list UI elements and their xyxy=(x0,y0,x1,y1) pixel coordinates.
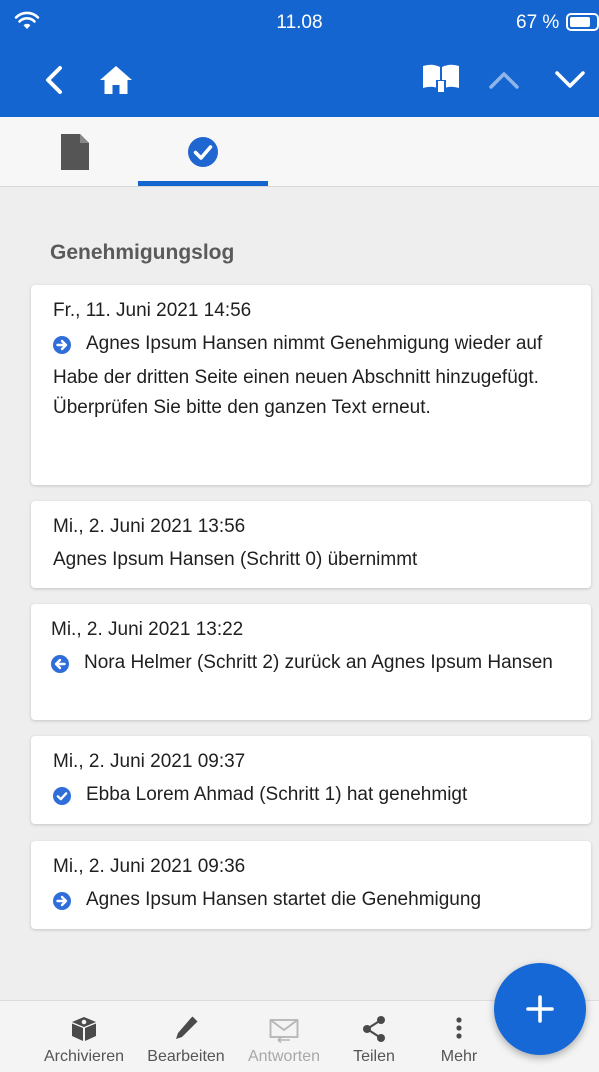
more-button[interactable]: Mehr xyxy=(426,1001,492,1072)
clock: 11.08 xyxy=(276,12,323,33)
pencil-icon xyxy=(176,1016,198,1039)
tab-bar xyxy=(0,117,599,187)
log-entry-date: Mi., 2. Juni 2021 13:22 xyxy=(51,619,244,640)
home-button[interactable] xyxy=(96,60,136,100)
more-vertical-icon xyxy=(456,1017,462,1039)
chevron-up-icon xyxy=(489,72,519,89)
arrow-right-circle-icon xyxy=(53,336,71,354)
archive-label: Archivieren xyxy=(43,1048,125,1065)
home-icon xyxy=(100,66,132,94)
share-label: Teilen xyxy=(353,1048,395,1065)
edit-button[interactable]: Bearbeiten xyxy=(140,1001,232,1072)
section-title: Genehmigungslog xyxy=(50,241,235,264)
log-entry-text: Ebba Lorem Ahmad (Schritt 1) hat genehmi… xyxy=(86,784,468,805)
log-entry: Mi., 2. Juni 2021 13:22 Nora Helmer (Sch… xyxy=(31,604,591,720)
log-entry-date: Mi., 2. Juni 2021 13:56 xyxy=(53,516,246,537)
log-entry: Mi., 2. Juni 2021 13:56 Agnes Ipsum Hans… xyxy=(31,501,591,588)
chevron-left-icon xyxy=(46,66,62,94)
log-entry-date: Mi., 2. Juni 2021 09:37 xyxy=(53,751,246,772)
active-tab-indicator xyxy=(138,181,268,186)
check-circle-icon xyxy=(53,787,71,805)
battery-icon xyxy=(566,13,599,31)
tab-document[interactable] xyxy=(30,117,120,187)
log-entry: Mi., 2. Juni 2021 09:37 Ebba Lorem Ahmad… xyxy=(31,736,591,824)
arrow-right-circle-icon xyxy=(53,892,71,910)
book-icon xyxy=(423,64,459,94)
check-circle-icon xyxy=(188,137,218,167)
chevron-down-icon xyxy=(555,71,585,88)
log-entry-date: Mi., 2. Juni 2021 09:36 xyxy=(53,856,246,877)
log-entry-comment: Habe der dritten Seite einen neuen Absch… xyxy=(53,367,539,418)
log-entry-text: Agnes Ipsum Hansen (Schritt 0) übernimmt xyxy=(53,549,418,570)
document-icon xyxy=(61,134,89,170)
log-entry-text: Agnes Ipsum Hansen nimmt Genehmigung wie… xyxy=(86,333,543,354)
log-entry-action: Agnes Ipsum Hansen startet die Genehmigu… xyxy=(53,885,569,915)
archive-button[interactable]: Archivieren xyxy=(36,1001,132,1072)
archive-box-icon xyxy=(72,1017,96,1041)
log-entry-action: Agnes Ipsum Hansen (Schritt 0) übernimmt xyxy=(53,545,569,575)
envelope-reply-icon xyxy=(269,1019,299,1043)
log-entry-action: Ebba Lorem Ahmad (Schritt 1) hat genehmi… xyxy=(53,780,569,810)
reply-button[interactable]: Antworten xyxy=(238,1001,330,1072)
plus-icon xyxy=(526,995,554,1023)
arrow-left-circle-icon xyxy=(51,655,69,673)
edit-label: Bearbeiten xyxy=(147,1048,225,1065)
log-entry-date: Fr., 11. Juni 2021 14:56 xyxy=(53,300,252,321)
status-bar: 11.08 67 % xyxy=(0,0,599,40)
bookmarks-button[interactable] xyxy=(418,58,464,100)
log-entry: Mi., 2. Juni 2021 09:36 Agnes Ipsum Hans… xyxy=(31,841,591,929)
previous-button[interactable] xyxy=(484,60,524,100)
app-bar xyxy=(0,40,599,117)
log-entry-action: Agnes Ipsum Hansen nimmt Genehmigung wie… xyxy=(53,329,569,359)
log-entry-text: Nora Helmer (Schritt 2) zurück an Agnes … xyxy=(84,652,553,673)
tab-approval-log[interactable] xyxy=(138,117,268,187)
next-button[interactable] xyxy=(550,60,590,100)
more-label: Mehr xyxy=(440,1048,478,1065)
share-icon xyxy=(363,1016,385,1042)
log-entry: Fr., 11. Juni 2021 14:56 Agnes Ipsum Han… xyxy=(31,285,591,485)
share-button[interactable]: Teilen xyxy=(336,1001,412,1072)
log-entry-action: Nora Helmer (Schritt 2) zurück an Agnes … xyxy=(51,648,569,678)
back-button[interactable] xyxy=(34,60,74,100)
battery-percent: 67 % xyxy=(516,12,560,33)
add-fab-button[interactable] xyxy=(494,963,586,1055)
reply-label: Antworten xyxy=(247,1048,321,1065)
log-entry-text: Agnes Ipsum Hansen startet die Genehmigu… xyxy=(86,889,482,910)
